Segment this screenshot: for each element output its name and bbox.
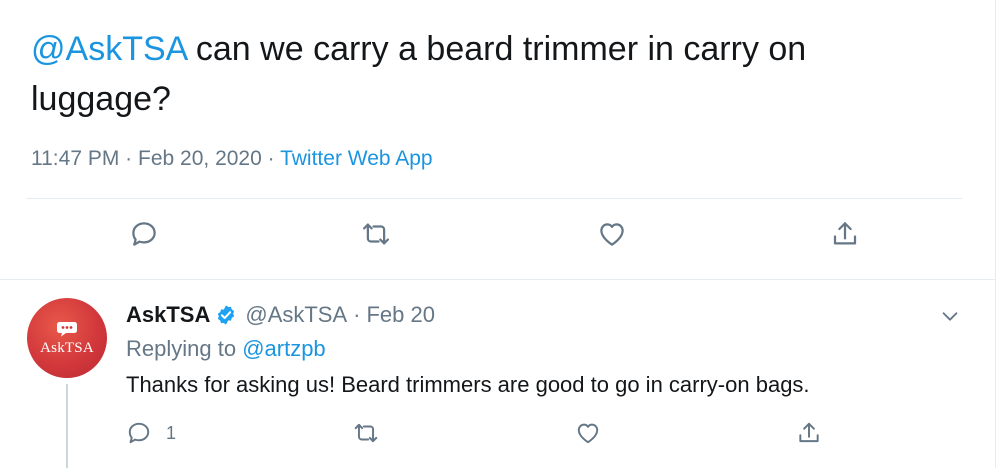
reply-icon [128,422,150,444]
tweet-text: @AskTSA can we carry a beard trimmer in … [31,24,951,124]
meta-separator: · [267,147,275,170]
reply-date[interactable]: Feb 20 [366,300,435,330]
tweet-mention-link[interactable]: @AskTSA [31,30,186,68]
share-button[interactable] [825,214,865,254]
replying-prefix: Replying to [126,336,243,361]
retweet-icon [363,223,389,245]
reply-header: AskTSA @AskTSA · Feb 20 [126,300,435,330]
tweet-time[interactable]: 11:47 PM [31,147,119,170]
reply-text: Thanks for asking us! Beard trimmers are… [126,372,810,397]
heart-icon [577,423,599,444]
divider [0,279,996,280]
replying-to-link[interactable]: @artzpb [242,336,325,361]
header-separator: · [353,302,361,327]
chevron-down-icon[interactable] [939,305,961,327]
divider [26,198,962,199]
reply-button[interactable] [124,214,164,254]
tweet-date[interactable]: Feb 20, 2020 [138,147,262,170]
like-button[interactable] [592,214,632,254]
retweet-button[interactable] [356,214,396,254]
reply-reply-button[interactable]: 1 [126,415,176,451]
avatar-label: AskTSA [40,340,94,356]
share-icon [799,422,819,443]
share-icon [833,222,857,245]
reply-share-button[interactable] [796,415,822,451]
reply-author-name[interactable]: AskTSA [126,300,210,330]
tweet-meta: 11:47 PM · Feb 20, 2020 · Twitter Web Ap… [31,144,433,174]
reply-like-button[interactable] [575,415,601,451]
replying-to: Replying to @artzpb [126,334,326,364]
right-border [995,0,1006,468]
chat-bubble-icon [57,322,77,337]
reply-count: 1 [166,422,177,443]
reply-retweet-button[interactable] [353,415,379,451]
reply-actions: 1 [0,415,996,455]
avatar[interactable]: AskTSA [27,298,107,378]
retweet-icon [354,423,378,443]
heart-icon [600,223,624,246]
tweet-source-link[interactable]: Twitter Web App [280,147,433,170]
reply-icon [132,222,156,246]
verified-badge-icon [218,305,235,325]
meta-separator: · [125,147,133,170]
tweet-actions [0,214,996,270]
reply-author-handle[interactable]: @AskTSA [245,300,347,330]
